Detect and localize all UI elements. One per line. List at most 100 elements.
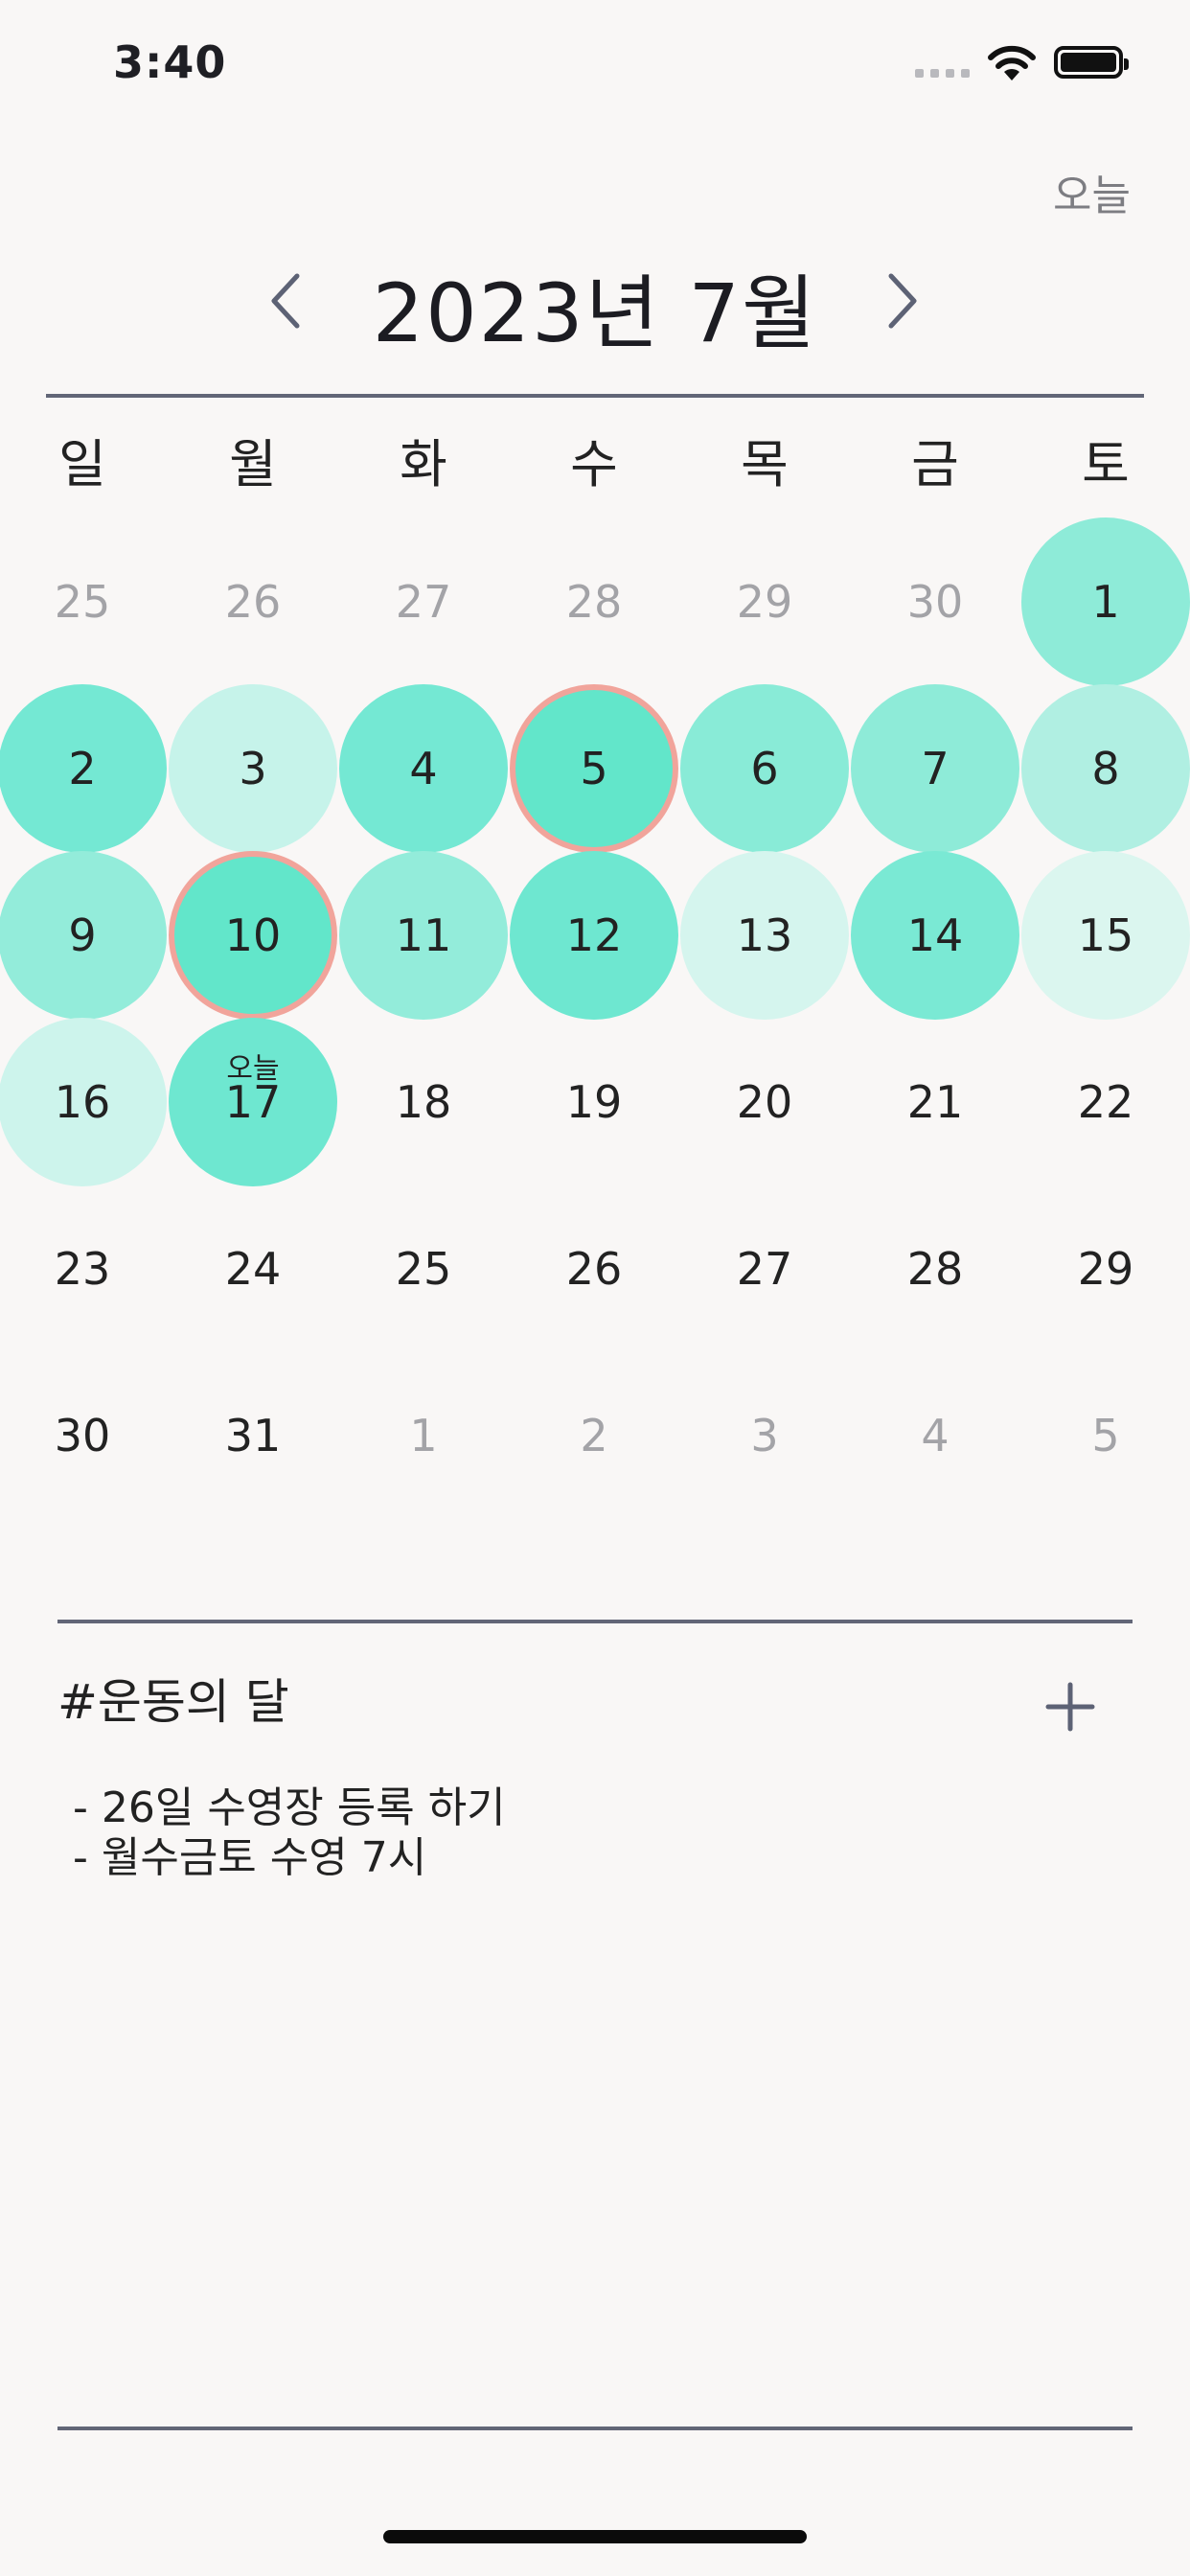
calendar-day[interactable]: 19: [510, 1018, 678, 1186]
day-number: 7: [921, 743, 950, 794]
calendar-day[interactable]: 2: [510, 1351, 678, 1520]
calendar-day[interactable]: 28: [510, 518, 678, 686]
weekday-label: 화: [400, 434, 447, 494]
day-number: 31: [224, 1410, 282, 1461]
day-number: 18: [395, 1076, 452, 1128]
calendar-day[interactable]: 20: [680, 1018, 849, 1186]
day-number: 5: [580, 743, 608, 794]
memo-line: - 월수금토 수영 7시: [73, 1833, 427, 1882]
day-number: 29: [1077, 1243, 1134, 1295]
memo-bottom-divider: [57, 2426, 1133, 2430]
calendar-day[interactable]: 25: [0, 518, 167, 686]
weekday-label: 목: [741, 434, 789, 494]
day-number: 20: [736, 1076, 793, 1128]
day-number: 4: [921, 1410, 950, 1461]
day-number: 24: [224, 1243, 282, 1295]
calendar-day[interactable]: 5: [1021, 1351, 1190, 1520]
calendar-day[interactable]: 6: [680, 684, 849, 853]
weekday-label: 토: [1082, 434, 1130, 494]
calendar-day[interactable]: 10: [169, 851, 337, 1020]
calendar-day[interactable]: 12: [510, 851, 678, 1020]
weekday-label: 월: [229, 434, 277, 494]
day-number: 30: [906, 576, 964, 628]
day-number: 23: [54, 1243, 111, 1295]
day-number: 25: [54, 576, 111, 628]
header-divider: [46, 394, 1144, 398]
weekday-label: 일: [58, 434, 106, 494]
day-number: 22: [1077, 1076, 1134, 1128]
day-number: 15: [1077, 909, 1134, 961]
day-number: 19: [565, 1076, 623, 1128]
calendar-day[interactable]: 8: [1021, 684, 1190, 853]
month-title: 2023년 7월: [372, 266, 818, 360]
cellular-signal-icon: [915, 69, 970, 78]
calendar-day[interactable]: 27: [339, 518, 508, 686]
calendar-day[interactable]: 2: [0, 684, 167, 853]
day-number: 1: [409, 1410, 438, 1461]
day-number: 21: [906, 1076, 964, 1128]
day-number: 28: [565, 576, 623, 628]
calendar-day[interactable]: 9: [0, 851, 167, 1020]
calendar-day[interactable]: 11: [339, 851, 508, 1020]
day-number: 2: [68, 743, 97, 794]
calendar-day[interactable]: 26: [510, 1184, 678, 1353]
memo-title: #운동의 달: [57, 1674, 289, 1730]
calendar-day[interactable]: 13: [680, 851, 849, 1020]
calendar-day[interactable]: 18: [339, 1018, 508, 1186]
day-number: 9: [68, 909, 97, 961]
day-number: 5: [1091, 1410, 1120, 1461]
day-number: 16: [54, 1076, 111, 1128]
calendar-day[interactable]: 26: [169, 518, 337, 686]
calendar-day[interactable]: 30: [851, 518, 1019, 686]
day-number: 3: [750, 1410, 779, 1461]
day-number: 29: [736, 576, 793, 628]
calendar-day[interactable]: 1: [339, 1351, 508, 1520]
calendar-day[interactable]: 14: [851, 851, 1019, 1020]
calendar-day-today[interactable]: 17 오늘: [169, 1018, 337, 1186]
weekday-label: 금: [911, 434, 959, 494]
add-icon[interactable]: [1042, 1679, 1098, 1735]
day-number: 8: [1091, 743, 1120, 794]
calendar-day[interactable]: 27: [680, 1184, 849, 1353]
day-number: 26: [565, 1243, 623, 1295]
calendar-day[interactable]: 29: [1021, 1184, 1190, 1353]
day-number: 2: [580, 1410, 608, 1461]
calendar-day[interactable]: 30: [0, 1351, 167, 1520]
today-button[interactable]: 오늘: [1053, 161, 1131, 222]
calendar-day[interactable]: 16: [0, 1018, 167, 1186]
day-number: 10: [224, 909, 282, 961]
day-number: 11: [395, 909, 452, 961]
status-time: 3:40: [113, 36, 227, 88]
calendar-day[interactable]: 31: [169, 1351, 337, 1520]
calendar-day[interactable]: 4: [851, 1351, 1019, 1520]
calendar-day[interactable]: 24: [169, 1184, 337, 1353]
calendar-day[interactable]: 3: [169, 684, 337, 853]
wifi-icon: [988, 45, 1036, 80]
calendar-day[interactable]: 1: [1021, 518, 1190, 686]
day-number: 13: [736, 909, 793, 961]
day-number: 27: [736, 1243, 793, 1295]
calendar-day[interactable]: 15: [1021, 851, 1190, 1020]
calendar-day[interactable]: 21: [851, 1018, 1019, 1186]
next-month-icon[interactable]: [883, 270, 922, 332]
calendar-day[interactable]: 3: [680, 1351, 849, 1520]
day-number: 25: [395, 1243, 452, 1295]
day-number: 6: [750, 743, 779, 794]
calendar-day[interactable]: 25: [339, 1184, 508, 1353]
weekday-label: 수: [570, 434, 618, 494]
calendar-day[interactable]: 28: [851, 1184, 1019, 1353]
day-number: 30: [54, 1410, 111, 1461]
battery-icon: [1054, 46, 1129, 79]
calendar-day[interactable]: 22: [1021, 1018, 1190, 1186]
day-number: 12: [565, 909, 623, 961]
day-number: 3: [239, 743, 267, 794]
calendar-day[interactable]: 7: [851, 684, 1019, 853]
day-number: 27: [395, 576, 452, 628]
calendar-day[interactable]: 5: [510, 684, 678, 853]
home-indicator: [383, 2530, 807, 2543]
calendar-day[interactable]: 29: [680, 518, 849, 686]
day-number: 26: [224, 576, 282, 628]
day-number: 4: [409, 743, 438, 794]
calendar-day[interactable]: 4: [339, 684, 508, 853]
calendar-day[interactable]: 23: [0, 1184, 167, 1353]
